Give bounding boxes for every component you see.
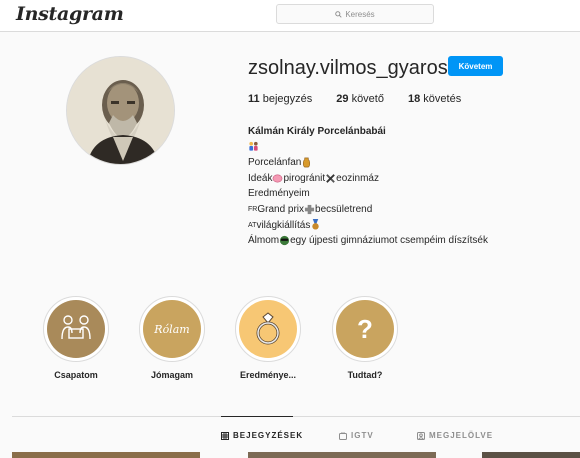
sunglasses-emoji-icon: [279, 233, 290, 249]
family-emoji-icon: [248, 140, 259, 156]
follow-button[interactable]: Követem: [448, 56, 503, 76]
profile-stats: 11 bejegyzés 29 követő 18 követés: [248, 93, 485, 105]
instagram-logo[interactable]: Instagram: [16, 3, 124, 25]
bio-name: Kálmán Király Porcelánbabái: [248, 126, 386, 137]
post-grid: [0, 452, 580, 458]
tab-tagged[interactable]: MEGJELÖLVE: [417, 431, 493, 440]
question-mark-icon: ?: [336, 300, 394, 358]
igtv-icon: [339, 431, 347, 440]
bio-line: Porcelánfan: [248, 155, 488, 171]
tools-emoji-icon: [325, 171, 336, 187]
posts-count: 11 bejegyzés: [248, 93, 313, 105]
bio-line: Ideák pirogránit eozinmáz: [248, 171, 488, 187]
cross-emoji-icon: [304, 202, 315, 218]
ring-icon: [239, 300, 297, 358]
tabs-divider: [12, 416, 580, 417]
profile-bio: Kálmán Király Porcelánbabái Porcelánfan …: [248, 124, 488, 249]
bio-line: Eredményeim: [248, 188, 310, 200]
tab-posts[interactable]: BEJEGYZÉSEK: [221, 431, 303, 440]
grid-icon: [221, 431, 229, 440]
team-icon: [47, 300, 105, 358]
vase-emoji-icon: [301, 155, 312, 171]
post-thumbnail[interactable]: [482, 452, 580, 458]
profile-avatar[interactable]: [66, 56, 175, 165]
search-icon: [335, 10, 342, 18]
post-thumbnail[interactable]: [12, 452, 200, 458]
bio-line: AT világkiállítás: [248, 218, 488, 234]
bio-line: [248, 140, 488, 156]
search-placeholder: Keresés: [345, 9, 375, 19]
highlight-csapatom[interactable]: Csapatom: [40, 296, 112, 380]
profile-username: zsolnay.vilmos_gyaros: [248, 57, 448, 79]
active-tab-indicator: [221, 416, 293, 417]
post-thumbnail[interactable]: [248, 452, 436, 458]
bio-line: Álmom egy újpesti gimnáziumot csempéim d…: [248, 233, 488, 249]
tab-igtv[interactable]: IGTV: [339, 431, 374, 440]
portrait-photo: [67, 57, 174, 164]
bio-line: FR Grand prix becsületrend: [248, 202, 488, 218]
tag-icon: [417, 431, 425, 440]
highlight-jomagam[interactable]: Rólam Jómagam: [136, 296, 208, 380]
highlight-tudtad[interactable]: ? Tudtad?: [329, 296, 401, 380]
search-input[interactable]: Keresés: [276, 4, 434, 24]
brain-emoji-icon: [272, 171, 283, 187]
top-navigation-bar: Instagram Keresés: [0, 0, 580, 32]
rolam-cover: Rólam: [143, 300, 201, 358]
medal-emoji-icon: [310, 218, 321, 234]
following-count[interactable]: 18 követés: [408, 93, 461, 105]
followers-count[interactable]: 29 követő: [336, 93, 384, 105]
highlight-eredmenyek[interactable]: Eredménye...: [232, 296, 304, 380]
